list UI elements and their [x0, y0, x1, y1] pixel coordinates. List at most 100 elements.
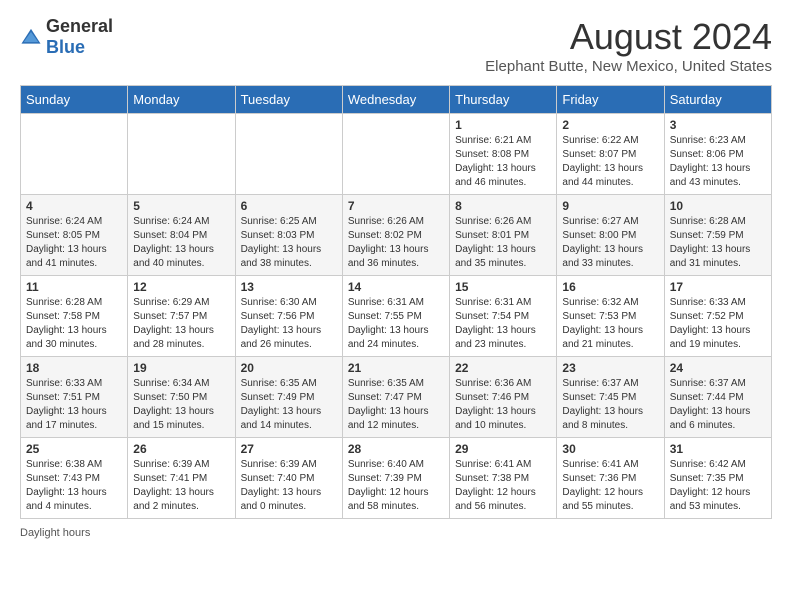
calendar-cell — [128, 114, 235, 195]
calendar-week-row: 4 Sunrise: 6:24 AMSunset: 8:05 PMDaylight… — [21, 195, 772, 276]
day-number: 16 — [562, 280, 658, 294]
day-detail: Sunrise: 6:39 AMSunset: 7:40 PMDaylight:… — [241, 458, 337, 514]
day-number: 9 — [562, 199, 658, 213]
calendar-cell: 20Sunrise: 6:35 AMSunset: 7:49 PMDayligh… — [235, 357, 342, 438]
calendar-cell: 23Sunrise: 6:37 AMSunset: 7:45 PMDayligh… — [557, 357, 664, 438]
day-detail: Sunrise: 6:33 AMSunset: 7:52 PMDaylight:… — [670, 296, 766, 352]
day-detail: Sunrise: 6:40 AMSunset: 7:39 PMDaylight:… — [348, 458, 444, 514]
day-number: 6 — [241, 199, 337, 213]
calendar-header-row: SundayMondayTuesdayWednesdayThursdayFrid… — [21, 86, 772, 114]
day-number: 25 — [26, 442, 122, 456]
calendar-cell: 17Sunrise: 6:33 AMSunset: 7:52 PMDayligh… — [664, 276, 771, 357]
day-detail: Sunrise: 6:28 AMSunset: 7:59 PMDaylight:… — [670, 215, 766, 271]
day-number: 18 — [26, 361, 122, 375]
calendar-week-row: 25 Sunrise: 6:38 AMSunset: 7:43 PMDayligh… — [21, 438, 772, 519]
day-number: 8 — [455, 199, 551, 213]
calendar-cell: 12 Sunrise: 6:29 AMSunset: 7:57 PMDayligh… — [128, 276, 235, 357]
calendar-week-row: 1Sunrise: 6:21 AMSunset: 8:08 PMDaylight… — [21, 114, 772, 195]
day-detail: Sunrise: 6:24 AMSunset: 8:04 PMDaylight:… — [133, 215, 229, 271]
calendar-cell: 31 Sunrise: 6:42 AMSunset: 7:35 PMDayligh… — [664, 438, 771, 519]
day-number: 19 — [133, 361, 229, 375]
day-number: 24 — [670, 361, 766, 375]
day-detail: Sunrise: 6:22 AMSunset: 8:07 PMDaylight:… — [562, 134, 658, 190]
calendar-header-cell: Thursday — [450, 86, 557, 114]
calendar-header-cell: Sunday — [21, 86, 128, 114]
day-number: 31 — [670, 442, 766, 456]
calendar-cell: 19 Sunrise: 6:34 AMSunset: 7:50 PMDayligh… — [128, 357, 235, 438]
calendar-week-row: 11 Sunrise: 6:28 AMSunset: 7:58 PMDayligh… — [21, 276, 772, 357]
day-detail: Sunrise: 6:25 AMSunset: 8:03 PMDaylight:… — [241, 215, 337, 271]
day-detail: Sunrise: 6:30 AMSunset: 7:56 PMDaylight:… — [241, 296, 337, 352]
day-detail: Sunrise: 6:37 AMSunset: 7:44 PMDaylight:… — [670, 377, 766, 433]
calendar-cell: 8 Sunrise: 6:26 AMSunset: 8:01 PMDaylight… — [450, 195, 557, 276]
calendar-cell: 14Sunrise: 6:31 AMSunset: 7:55 PMDayligh… — [342, 276, 449, 357]
day-number: 13 — [241, 280, 337, 294]
header-area: General Blue August 2024 Elephant Butte,… — [20, 16, 772, 75]
day-detail: Sunrise: 6:42 AMSunset: 7:35 PMDaylight:… — [670, 458, 766, 514]
day-number: 4 — [26, 199, 122, 213]
day-detail: Sunrise: 6:31 AMSunset: 7:54 PMDaylight:… — [455, 296, 551, 352]
day-number: 15 — [455, 280, 551, 294]
day-detail: Sunrise: 6:32 AMSunset: 7:53 PMDaylight:… — [562, 296, 658, 352]
calendar-cell: 15 Sunrise: 6:31 AMSunset: 7:54 PMDayligh… — [450, 276, 557, 357]
day-detail: Sunrise: 6:41 AMSunset: 7:38 PMDaylight:… — [455, 458, 551, 514]
calendar-cell: 24 Sunrise: 6:37 AMSunset: 7:44 PMDayligh… — [664, 357, 771, 438]
day-detail: Sunrise: 6:28 AMSunset: 7:58 PMDaylight:… — [26, 296, 122, 352]
day-number: 7 — [348, 199, 444, 213]
day-detail: Sunrise: 6:37 AMSunset: 7:45 PMDaylight:… — [562, 377, 658, 433]
day-detail: Sunrise: 6:24 AMSunset: 8:05 PMDaylight:… — [26, 215, 122, 271]
calendar-cell: 5 Sunrise: 6:24 AMSunset: 8:04 PMDaylight… — [128, 195, 235, 276]
day-detail: Sunrise: 6:38 AMSunset: 7:43 PMDaylight:… — [26, 458, 122, 514]
day-number: 2 — [562, 118, 658, 132]
day-detail: Sunrise: 6:26 AMSunset: 8:02 PMDaylight:… — [348, 215, 444, 271]
calendar-cell: 16 Sunrise: 6:32 AMSunset: 7:53 PMDayligh… — [557, 276, 664, 357]
calendar-cell: 13 Sunrise: 6:30 AMSunset: 7:56 PMDayligh… — [235, 276, 342, 357]
day-number: 26 — [133, 442, 229, 456]
day-detail: Sunrise: 6:31 AMSunset: 7:55 PMDaylight:… — [348, 296, 444, 352]
day-detail: Sunrise: 6:35 AMSunset: 7:49 PMDaylight:… — [241, 377, 337, 433]
logo-icon — [20, 26, 42, 48]
calendar-cell: 29Sunrise: 6:41 AMSunset: 7:38 PMDayligh… — [450, 438, 557, 519]
day-number: 11 — [26, 280, 122, 294]
day-detail: Sunrise: 6:26 AMSunset: 8:01 PMDaylight:… — [455, 215, 551, 271]
calendar-cell: 3Sunrise: 6:23 AMSunset: 8:06 PMDaylight… — [664, 114, 771, 195]
calendar-cell: 22Sunrise: 6:36 AMSunset: 7:46 PMDayligh… — [450, 357, 557, 438]
location-title: Elephant Butte, New Mexico, United State… — [485, 58, 772, 75]
day-detail: Sunrise: 6:39 AMSunset: 7:41 PMDaylight:… — [133, 458, 229, 514]
day-detail: Sunrise: 6:23 AMSunset: 8:06 PMDaylight:… — [670, 134, 766, 190]
calendar-cell: 28Sunrise: 6:40 AMSunset: 7:39 PMDayligh… — [342, 438, 449, 519]
calendar-header-cell: Saturday — [664, 86, 771, 114]
day-number: 12 — [133, 280, 229, 294]
day-number: 22 — [455, 361, 551, 375]
calendar-week-row: 18 Sunrise: 6:33 AMSunset: 7:51 PMDayligh… — [21, 357, 772, 438]
calendar-cell: 18 Sunrise: 6:33 AMSunset: 7:51 PMDayligh… — [21, 357, 128, 438]
day-detail: Sunrise: 6:35 AMSunset: 7:47 PMDaylight:… — [348, 377, 444, 433]
logo: General Blue — [20, 16, 113, 58]
day-detail: Sunrise: 6:33 AMSunset: 7:51 PMDaylight:… — [26, 377, 122, 433]
calendar-header-cell: Tuesday — [235, 86, 342, 114]
day-number: 27 — [241, 442, 337, 456]
calendar-cell: 7 Sunrise: 6:26 AMSunset: 8:02 PMDaylight… — [342, 195, 449, 276]
calendar-cell: 9 Sunrise: 6:27 AMSunset: 8:00 PMDaylight… — [557, 195, 664, 276]
calendar-cell: 4 Sunrise: 6:24 AMSunset: 8:05 PMDaylight… — [21, 195, 128, 276]
month-title: August 2024 — [485, 16, 772, 58]
logo-general: General Blue — [46, 16, 113, 58]
calendar-cell — [235, 114, 342, 195]
calendar-cell: 27 Sunrise: 6:39 AMSunset: 7:40 PMDayligh… — [235, 438, 342, 519]
calendar-cell: 25 Sunrise: 6:38 AMSunset: 7:43 PMDayligh… — [21, 438, 128, 519]
calendar-cell: 26 Sunrise: 6:39 AMSunset: 7:41 PMDayligh… — [128, 438, 235, 519]
day-detail: Sunrise: 6:29 AMSunset: 7:57 PMDaylight:… — [133, 296, 229, 352]
day-number: 10 — [670, 199, 766, 213]
day-detail: Sunrise: 6:27 AMSunset: 8:00 PMDaylight:… — [562, 215, 658, 271]
calendar-cell: 30Sunrise: 6:41 AMSunset: 7:36 PMDayligh… — [557, 438, 664, 519]
calendar-cell: 6 Sunrise: 6:25 AMSunset: 8:03 PMDaylight… — [235, 195, 342, 276]
day-detail: Sunrise: 6:41 AMSunset: 7:36 PMDaylight:… — [562, 458, 658, 514]
title-area: August 2024 Elephant Butte, New Mexico, … — [485, 16, 772, 75]
day-number: 5 — [133, 199, 229, 213]
day-number: 21 — [348, 361, 444, 375]
day-detail: Sunrise: 6:34 AMSunset: 7:50 PMDaylight:… — [133, 377, 229, 433]
day-detail: Sunrise: 6:21 AMSunset: 8:08 PMDaylight:… — [455, 134, 551, 190]
calendar-cell: 2 Sunrise: 6:22 AMSunset: 8:07 PMDaylight… — [557, 114, 664, 195]
calendar-header-cell: Monday — [128, 86, 235, 114]
calendar-cell: 11 Sunrise: 6:28 AMSunset: 7:58 PMDayligh… — [21, 276, 128, 357]
